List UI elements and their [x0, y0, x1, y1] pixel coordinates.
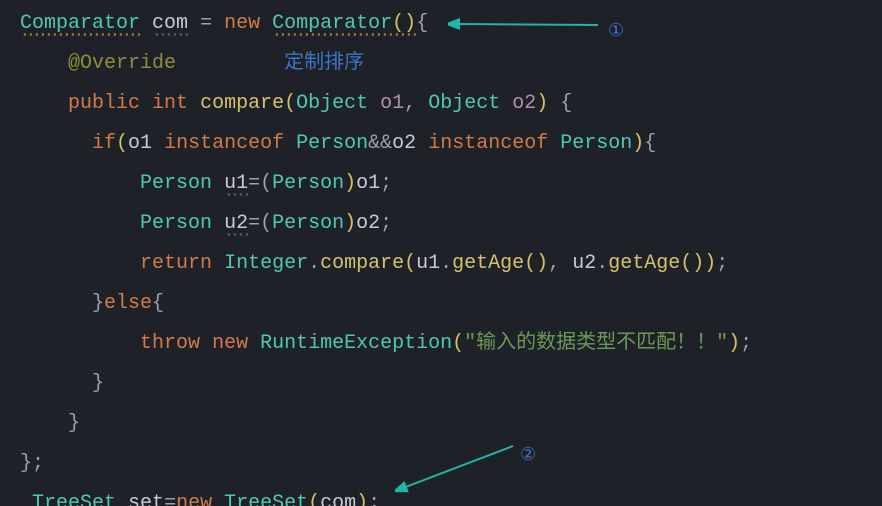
line-3: public int compare(Object o1, Object o2)… [20, 92, 572, 115]
type-comparator-2: Comparator [272, 12, 392, 36]
line-9: throw new RuntimeException("输入的数据类型不匹配！！… [20, 332, 752, 355]
annotation-override: @Override [68, 52, 176, 75]
line-12: }; [20, 452, 44, 475]
line-5: Person u1=(Person)o1; [20, 172, 392, 196]
line-7: return Integer.compare(u1.getAge(), u2.g… [20, 252, 728, 275]
type-comparator: Comparator [20, 12, 140, 36]
string-literal: "输入的数据类型不匹配！！" [464, 332, 728, 355]
line-10: } [20, 372, 104, 395]
code-block[interactable]: Comparator com = new Comparator(){ @Over… [0, 0, 882, 506]
type-treeset: TreeSet [32, 492, 116, 506]
var-com: com [152, 12, 188, 36]
line-8: }else{ [20, 292, 164, 315]
line-4: if(o1 instanceof Person&&o2 instanceof P… [20, 132, 656, 155]
line-1: Comparator com = new Comparator(){ [20, 12, 428, 36]
line-13: TreeSet set=new TreeSet(com); [20, 492, 380, 506]
comment-custom-sort: 定制排序 [284, 52, 364, 75]
line-6: Person u2=(Person)o2; [20, 212, 392, 236]
line-11: } [20, 412, 80, 435]
method-compare: compare [200, 92, 284, 115]
line-2: @Override 定制排序 [20, 52, 364, 75]
